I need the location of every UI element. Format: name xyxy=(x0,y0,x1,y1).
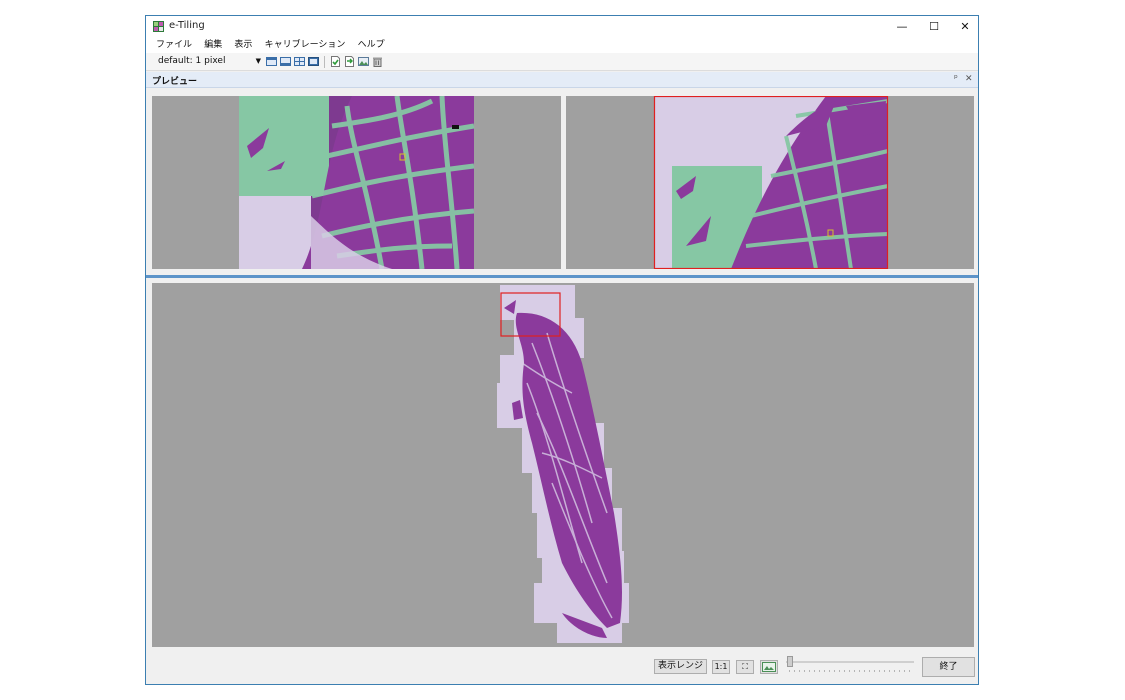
preview-right[interactable] xyxy=(566,96,974,269)
maximize-button[interactable]: ☐ xyxy=(917,16,951,38)
menu-bar: ファイル 編集 表示 キャリブレーション ヘルプ xyxy=(146,38,978,53)
trash-icon[interactable] xyxy=(372,56,383,67)
finish-button[interactable]: 終了 xyxy=(922,657,975,677)
pin-icon[interactable]: ᵖ xyxy=(954,74,958,84)
export-icon[interactable] xyxy=(344,56,355,67)
zoom-slider-track[interactable] xyxy=(786,661,914,663)
panel-title: プレビュー xyxy=(152,77,198,87)
calibration-select-value: default: 1 pixel xyxy=(158,56,226,66)
image-icon[interactable] xyxy=(358,56,369,67)
zoom-1to1-button[interactable]: 1:1 xyxy=(712,660,730,674)
bottom-bar: 表示レンジ 1:1 ⛶ 終了 xyxy=(146,652,978,682)
menu-view[interactable]: 表示 xyxy=(234,38,252,53)
tile-icon[interactable] xyxy=(294,56,305,67)
title-bar: e-Tiling — ☐ ✕ xyxy=(146,16,978,38)
zoom-slider-ticks xyxy=(789,670,913,672)
overview-image-icon[interactable] xyxy=(760,660,778,674)
menu-file[interactable]: ファイル xyxy=(156,38,192,53)
menu-help[interactable]: ヘルプ xyxy=(358,38,385,53)
display-range-button[interactable]: 表示レンジ xyxy=(654,659,707,674)
calibration-select[interactable]: default: 1 pixel ▼ xyxy=(156,55,264,68)
splitter[interactable] xyxy=(146,275,978,278)
preview-left[interactable] xyxy=(152,96,561,269)
panel-close-icon[interactable]: ✕ xyxy=(965,74,973,84)
app-window: e-Tiling — ☐ ✕ ファイル 編集 表示 キャリブレーション ヘルプ … xyxy=(145,15,979,685)
toolbar-separator xyxy=(324,56,325,68)
minimize-button[interactable]: — xyxy=(885,16,919,38)
menu-calibration[interactable]: キャリブレーション xyxy=(265,38,346,53)
app-icon xyxy=(153,21,164,32)
menu-edit[interactable]: 編集 xyxy=(204,38,222,53)
preview-area xyxy=(152,96,974,269)
toolbar: default: 1 pixel ▼ xyxy=(146,53,978,71)
fit-icon[interactable]: ⛶ xyxy=(736,660,754,674)
zoom-slider-thumb[interactable] xyxy=(787,656,793,667)
window-title: e-Tiling xyxy=(169,20,205,31)
chevron-down-icon: ▼ xyxy=(255,57,261,65)
preview-panel-header: プレビュー ᵖ ✕ xyxy=(146,72,978,88)
tile-icon[interactable] xyxy=(308,56,319,67)
tile-icon[interactable] xyxy=(266,56,277,67)
export-icon[interactable] xyxy=(330,56,341,67)
tile-overview-viewer[interactable] xyxy=(152,283,974,647)
tile-icon[interactable] xyxy=(280,56,291,67)
close-button[interactable]: ✕ xyxy=(948,16,982,38)
